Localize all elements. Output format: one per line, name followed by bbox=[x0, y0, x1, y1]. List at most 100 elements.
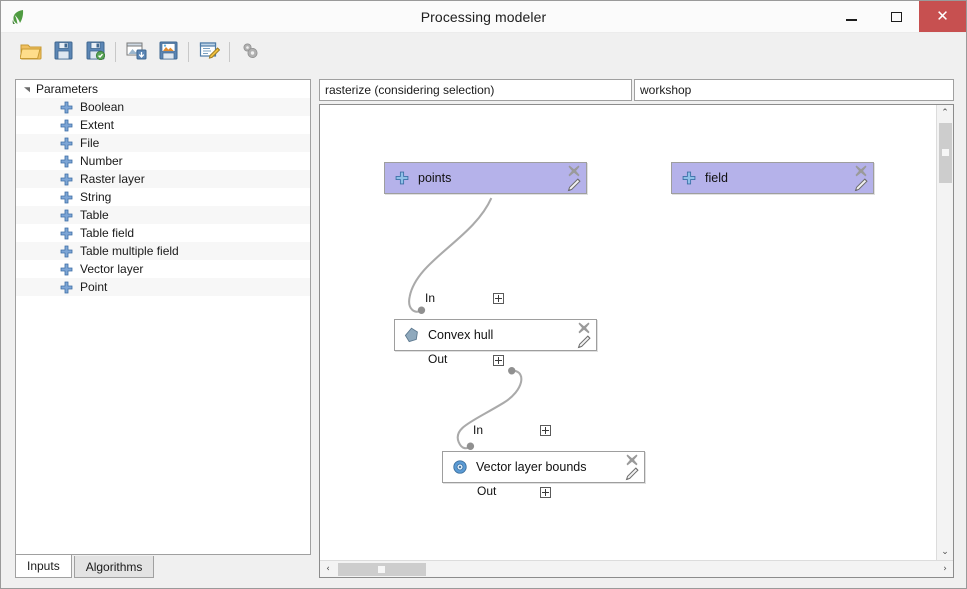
open-model-button[interactable] bbox=[15, 36, 47, 68]
maximize-button[interactable] bbox=[874, 1, 919, 32]
close-button[interactable]: ✕ bbox=[919, 1, 966, 32]
canvas-frame: points bbox=[319, 104, 954, 578]
add-parameter-icon bbox=[60, 263, 73, 276]
collapse-triangle-icon[interactable] bbox=[22, 84, 32, 94]
sidebar-item-label: Raster layer bbox=[80, 172, 145, 186]
add-parameter-icon bbox=[681, 170, 697, 186]
maximize-icon bbox=[891, 12, 902, 22]
sidebar-item-label: Table multiple field bbox=[80, 244, 179, 258]
add-parameter-icon bbox=[60, 227, 73, 240]
sidebar-item-label: File bbox=[80, 136, 99, 150]
sidebar-item-file[interactable]: File bbox=[16, 134, 310, 152]
sidebar-item-string[interactable]: String bbox=[16, 188, 310, 206]
scroll-up-arrow-icon[interactable]: ⌃ bbox=[937, 105, 953, 121]
vector-bounds-icon bbox=[452, 459, 468, 475]
save-icon bbox=[54, 41, 73, 63]
node-field[interactable]: field bbox=[671, 162, 874, 194]
close-icon[interactable] bbox=[577, 321, 591, 335]
expand-inputs-button[interactable] bbox=[540, 425, 551, 436]
model-canvas[interactable]: points bbox=[320, 105, 936, 560]
sidebar-item-label: Vector layer bbox=[80, 262, 143, 276]
convex-hull-icon bbox=[404, 327, 420, 343]
sidebar-item-table-multiple-field[interactable]: Table multiple field bbox=[16, 242, 310, 260]
port-in-label: In bbox=[473, 423, 483, 437]
sidebar-item-boolean[interactable]: Boolean bbox=[16, 98, 310, 116]
run-model-button[interactable] bbox=[234, 36, 266, 68]
horizontal-scroll-thumb[interactable] bbox=[338, 563, 426, 576]
export-script-button[interactable] bbox=[152, 36, 184, 68]
node-label: Vector layer bounds bbox=[476, 460, 624, 474]
sidebar-item-vector-layer[interactable]: Vector layer bbox=[16, 260, 310, 278]
sidebar-item-point[interactable]: Point bbox=[16, 278, 310, 296]
minimize-icon bbox=[846, 19, 857, 21]
node-label: Convex hull bbox=[428, 328, 576, 342]
edit-help-icon bbox=[199, 41, 220, 63]
sidebar-item-table-field[interactable]: Table field bbox=[16, 224, 310, 242]
add-parameter-icon bbox=[60, 281, 73, 294]
node-points[interactable]: points bbox=[384, 162, 587, 194]
toolbar-separator bbox=[115, 42, 116, 62]
parameters-tree[interactable]: Parameters Boolean Extent bbox=[15, 79, 311, 555]
expand-outputs-button[interactable] bbox=[540, 487, 551, 498]
pencil-icon[interactable] bbox=[625, 466, 640, 481]
add-parameter-icon bbox=[60, 119, 73, 132]
sidebar-item-label: Table field bbox=[80, 226, 134, 240]
sidebar-item-extent[interactable]: Extent bbox=[16, 116, 310, 134]
expand-outputs-button[interactable] bbox=[493, 355, 504, 366]
close-icon[interactable] bbox=[854, 164, 868, 178]
node-vector-layer-bounds[interactable]: Vector layer bounds bbox=[442, 451, 645, 483]
save-as-icon bbox=[86, 41, 105, 63]
model-group-input[interactable]: workshop bbox=[634, 79, 954, 101]
add-parameter-icon bbox=[394, 170, 410, 186]
sidebar-item-label: Boolean bbox=[80, 100, 124, 114]
scroll-left-arrow-icon[interactable]: ‹ bbox=[320, 561, 336, 577]
scroll-down-arrow-icon[interactable]: ⌄ bbox=[937, 544, 953, 560]
save-button[interactable] bbox=[47, 36, 79, 68]
tab-inputs[interactable]: Inputs bbox=[15, 555, 72, 578]
add-parameter-icon bbox=[60, 155, 73, 168]
run-model-icon bbox=[240, 41, 260, 64]
toolbar-separator bbox=[188, 42, 189, 62]
open-model-icon bbox=[20, 41, 42, 64]
panel-tab-bar: Inputs Algorithms bbox=[15, 554, 311, 578]
toolbar-separator bbox=[229, 42, 230, 62]
pencil-icon[interactable] bbox=[577, 334, 592, 349]
port-in-label: In bbox=[425, 291, 435, 305]
processing-modeler-window: Processing modeler ✕ bbox=[0, 0, 967, 589]
export-script-icon bbox=[159, 41, 178, 63]
node-buttons bbox=[853, 163, 873, 193]
save-as-button[interactable] bbox=[79, 36, 111, 68]
sidebar-item-label: String bbox=[80, 190, 111, 204]
add-parameter-icon bbox=[60, 101, 73, 114]
vertical-scroll-thumb[interactable] bbox=[939, 123, 952, 183]
close-icon[interactable] bbox=[567, 164, 581, 178]
pencil-icon[interactable] bbox=[567, 177, 582, 192]
sidebar-item-number[interactable]: Number bbox=[16, 152, 310, 170]
tab-inputs-label: Inputs bbox=[27, 559, 60, 573]
expand-inputs-button[interactable] bbox=[493, 293, 504, 304]
edit-help-button[interactable] bbox=[193, 36, 225, 68]
canvas-horizontal-scrollbar[interactable]: ‹ › bbox=[320, 560, 953, 577]
node-buttons bbox=[624, 452, 644, 482]
tree-root-parameters[interactable]: Parameters bbox=[16, 80, 310, 98]
scroll-right-arrow-icon[interactable]: › bbox=[937, 561, 953, 577]
page-title: Processing modeler bbox=[1, 9, 966, 25]
node-label: points bbox=[418, 171, 566, 185]
close-icon[interactable] bbox=[625, 453, 639, 467]
canvas-vertical-scrollbar[interactable]: ⌃ ⌄ bbox=[936, 105, 953, 560]
add-parameter-icon bbox=[60, 209, 73, 222]
model-name-input[interactable]: rasterize (considering selection) bbox=[319, 79, 632, 101]
sidebar-item-table[interactable]: Table bbox=[16, 206, 310, 224]
node-convex-hull[interactable]: Convex hull bbox=[394, 319, 597, 351]
sidebar-item-raster-layer[interactable]: Raster layer bbox=[16, 170, 310, 188]
sidebar-item-label: Extent bbox=[80, 118, 114, 132]
main-toolbar bbox=[1, 33, 966, 71]
pencil-icon[interactable] bbox=[854, 177, 869, 192]
tab-algorithms[interactable]: Algorithms bbox=[74, 556, 155, 578]
node-buttons bbox=[576, 320, 596, 350]
minimize-button[interactable] bbox=[829, 1, 874, 32]
tab-algorithms-label: Algorithms bbox=[86, 560, 143, 574]
export-image-button[interactable] bbox=[120, 36, 152, 68]
inputs-panel: Parameters Boolean Extent bbox=[15, 79, 311, 578]
main-body: Parameters Boolean Extent bbox=[1, 71, 966, 588]
